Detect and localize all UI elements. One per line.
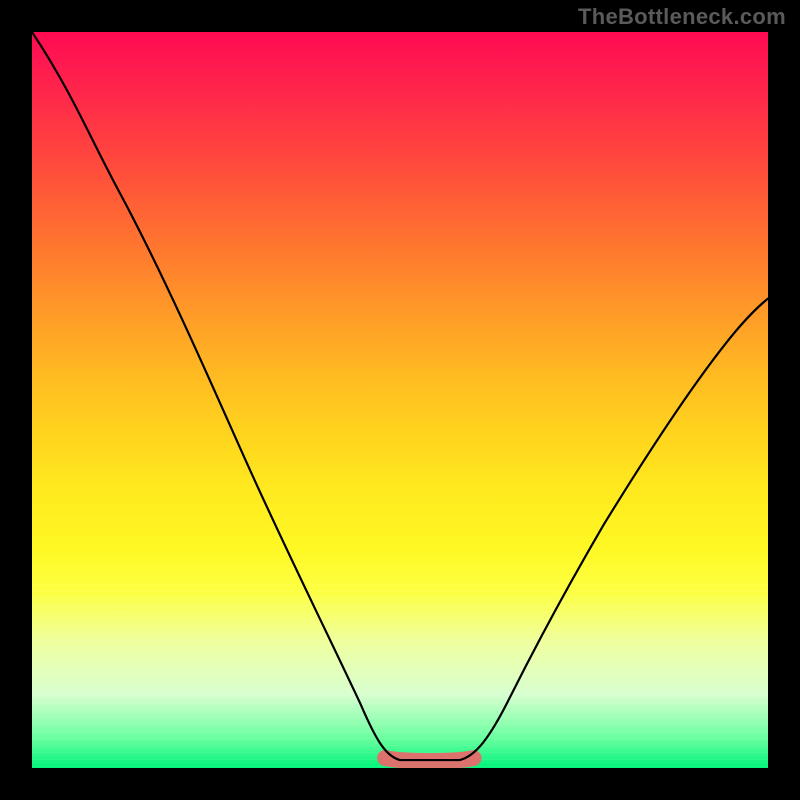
curves-svg: [32, 32, 768, 768]
chart-frame: TheBottleneck.com: [0, 0, 800, 800]
v-curve-line: [32, 32, 768, 760]
plot-area: [30, 30, 770, 770]
watermark-text: TheBottleneck.com: [578, 4, 786, 30]
